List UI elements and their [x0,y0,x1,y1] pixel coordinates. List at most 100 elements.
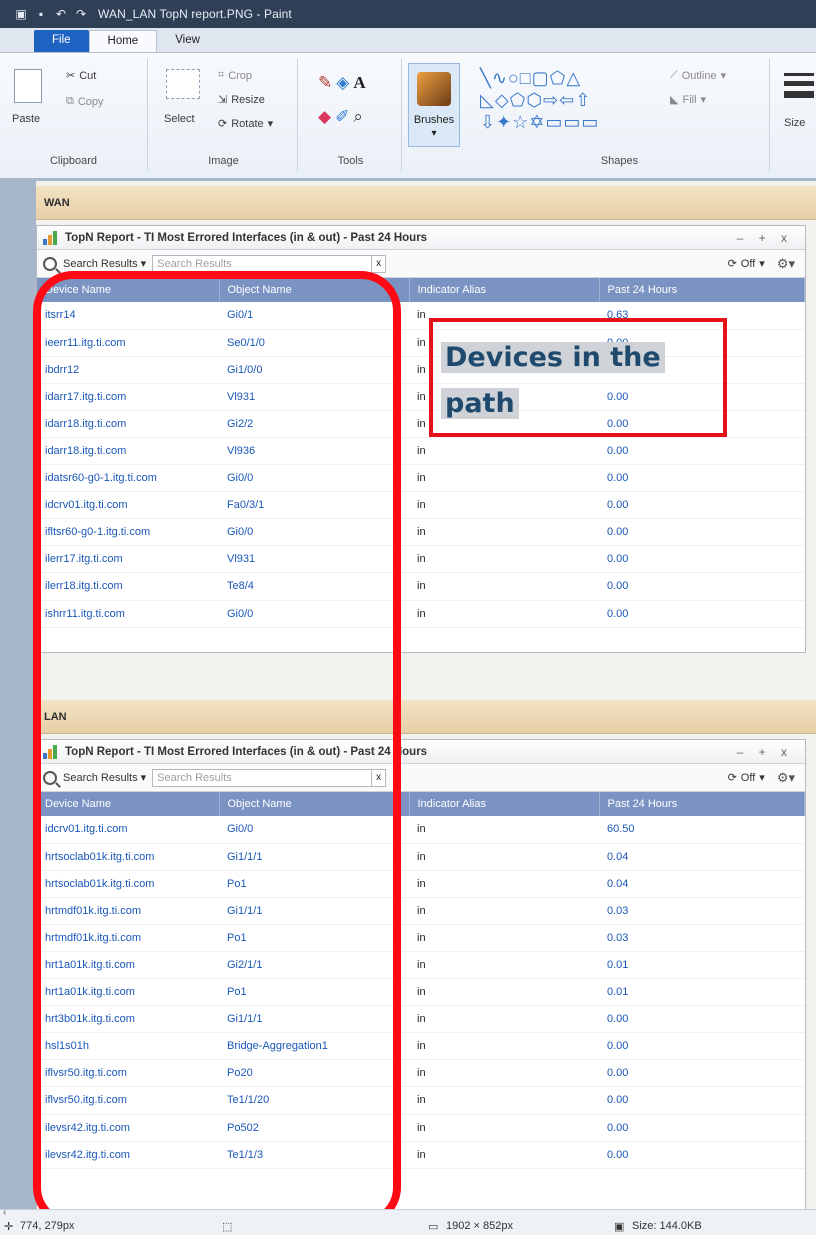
clear-search-icon[interactable]: x [372,254,387,273]
redo-icon[interactable]: ↷ [74,7,88,21]
file-size: Size: 144.0KB [632,1220,702,1232]
indicator-alias-cell: in [409,1032,599,1061]
column-header[interactable]: Past 24 Hours [599,792,805,816]
past-24-hours-cell[interactable]: 0.04 [599,843,805,871]
quick-access-toolbar: ▣ ▪ ↶ ↷ [0,7,88,21]
past-24-hours-cell[interactable]: 0.00 [599,1005,805,1034]
column-header[interactable]: Indicator Alias [409,278,600,302]
search-input[interactable]: Search Results [152,254,373,273]
eraser-icon[interactable]: ◆ [318,107,331,127]
image-group: Select ⌗ Crop ⇲ Resize ⟳ Rotate ▾ Image [150,59,298,171]
indicator-alias-cell: in [409,1005,599,1034]
size-label: Size [784,117,806,129]
past-24-hours-cell[interactable]: 0.03 [599,897,805,925]
refresh-icon: ⟳ [727,772,737,784]
image-dimensions: 1902 × 852px [446,1220,513,1232]
search-results-dropdown[interactable]: Search Results ▾ [63,257,146,270]
outline-button[interactable]: ⟋ Outline ▾ [670,69,726,82]
past-24-hours-cell[interactable]: 0.00 [599,1032,805,1061]
annotation-rounded-rectangle [33,271,401,1227]
scissors-icon: ✂ [66,70,76,82]
panel-window-controls[interactable]: – + x [737,231,793,245]
copy-button[interactable]: ⧉ Copy [66,95,104,108]
fill-label: Fill [682,93,697,106]
tab-home[interactable]: Home [88,30,158,52]
magnifier-icon[interactable]: ⌕ [353,107,363,127]
paste-label: Paste [12,113,41,125]
past-24-hours-cell[interactable]: 0.03 [599,924,805,952]
tab-file[interactable]: File [34,30,89,52]
crop-button[interactable]: ⌗ Crop [218,69,252,82]
wan-panel-title: TopN Report - TI Most Errored Interfaces… [65,231,428,244]
image-dimensions-icon: ▭ [428,1221,439,1233]
cut-label: Cut [79,69,97,82]
cut-button[interactable]: ✂ Cut [66,69,97,83]
scroll-left-icon[interactable]: ‹ [3,1207,6,1218]
outline-icon: ⟋ [670,69,678,81]
resize-label: Resize [231,93,265,106]
refresh-toggle[interactable]: ⟳ Off ▾ [727,771,765,785]
past-24-hours-cell[interactable]: 0.01 [599,951,805,980]
color-picker-icon[interactable]: ✐ [335,107,349,127]
past-24-hours-cell[interactable]: 0.04 [599,870,805,898]
past-24-hours-cell[interactable]: 0.00 [599,1141,805,1169]
past-24-hours-cell[interactable]: 0.00 [599,1059,805,1088]
tab-view[interactable]: View [157,30,218,52]
file-size-icon: ▣ [614,1221,625,1233]
chevron-down-icon: ▾ [700,94,707,106]
past-24-hours-cell[interactable]: 0.00 [599,464,805,493]
indicator-alias-cell: in [409,870,599,898]
gear-icon[interactable]: ⚙▾ [777,770,795,786]
past-24-hours-cell[interactable]: 0.00 [599,572,805,601]
past-24-hours-cell[interactable]: 0.00 [599,491,805,520]
chevron-down-icon: ▾ [431,128,437,139]
shapes-group-label: Shapes [600,155,639,167]
rotate-icon: ⟳ [218,118,228,130]
paint-app-icon: ▣ [15,7,27,21]
tools-group-label: Tools [337,155,364,167]
shapes-gallery[interactable]: ╲∿○□▢⬠△ ◺◇⬠⬡⇨⇦⇧ ⇩✦☆✡▭▭▭ [480,67,655,133]
horizontal-scrollbar[interactable]: ‹ [0,1207,816,1219]
column-header[interactable]: Past 24 Hours [599,278,805,302]
refresh-label: Off [740,771,756,784]
clipboard-group: Paste ✂ Cut ⧉ Copy Clipboard [0,59,148,171]
wan-panel-header: TopN Report - TI Most Errored Interfaces… [37,226,805,250]
size-button[interactable]: Size [784,117,805,129]
crop-icon: ⌗ [218,69,225,81]
pencil-icon[interactable]: ✎ [318,73,332,93]
paste-button[interactable]: Paste [12,113,40,125]
outline-label: Outline [681,69,717,82]
tools-row-2: ◆ ✐ ⌕ [318,107,363,127]
undo-icon[interactable]: ↶ [54,7,68,21]
select-button[interactable]: Select [164,113,195,125]
indicator-alias-cell: in [409,600,599,628]
past-24-hours-cell[interactable]: 0.01 [599,978,805,1007]
indicator-alias-cell: in [409,843,599,871]
image-group-label: Image [208,155,239,167]
panel-window-controls[interactable]: – + x [737,745,793,759]
brushes-group: Brushes ▾ [402,59,466,171]
past-24-hours-cell[interactable]: 0.00 [599,437,805,466]
text-icon[interactable]: A [353,73,365,93]
past-24-hours-cell[interactable]: 0.00 [599,545,805,574]
past-24-hours-cell[interactable]: 0.00 [599,1114,805,1142]
refresh-toggle[interactable]: ⟳ Off ▾ [728,257,765,271]
rotate-button[interactable]: ⟳ Rotate ▾ [218,117,273,131]
indicator-alias-cell: in [409,572,599,601]
copy-icon: ⧉ [66,95,74,107]
gear-icon[interactable]: ⚙▾ [777,256,795,272]
past-24-hours-cell[interactable]: 0.00 [599,600,805,628]
select-label: Select [164,113,195,125]
indicator-alias-cell: in [409,518,599,547]
past-24-hours-cell[interactable]: 60.50 [599,816,805,844]
column-header[interactable]: Indicator Alias [409,792,600,816]
save-icon[interactable]: ▪ [34,7,48,21]
fill-button[interactable]: ◣ Fill ▾ [670,93,707,107]
indicator-alias-cell: in [409,1059,599,1088]
past-24-hours-cell[interactable]: 0.00 [599,1086,805,1115]
past-24-hours-cell[interactable]: 0.00 [599,518,805,547]
resize-button[interactable]: ⇲ Resize [218,93,265,107]
brushes-button[interactable]: Brushes ▾ [408,63,460,147]
fill-icon[interactable]: ◈ [336,73,349,93]
crop-label: Crop [228,69,253,82]
